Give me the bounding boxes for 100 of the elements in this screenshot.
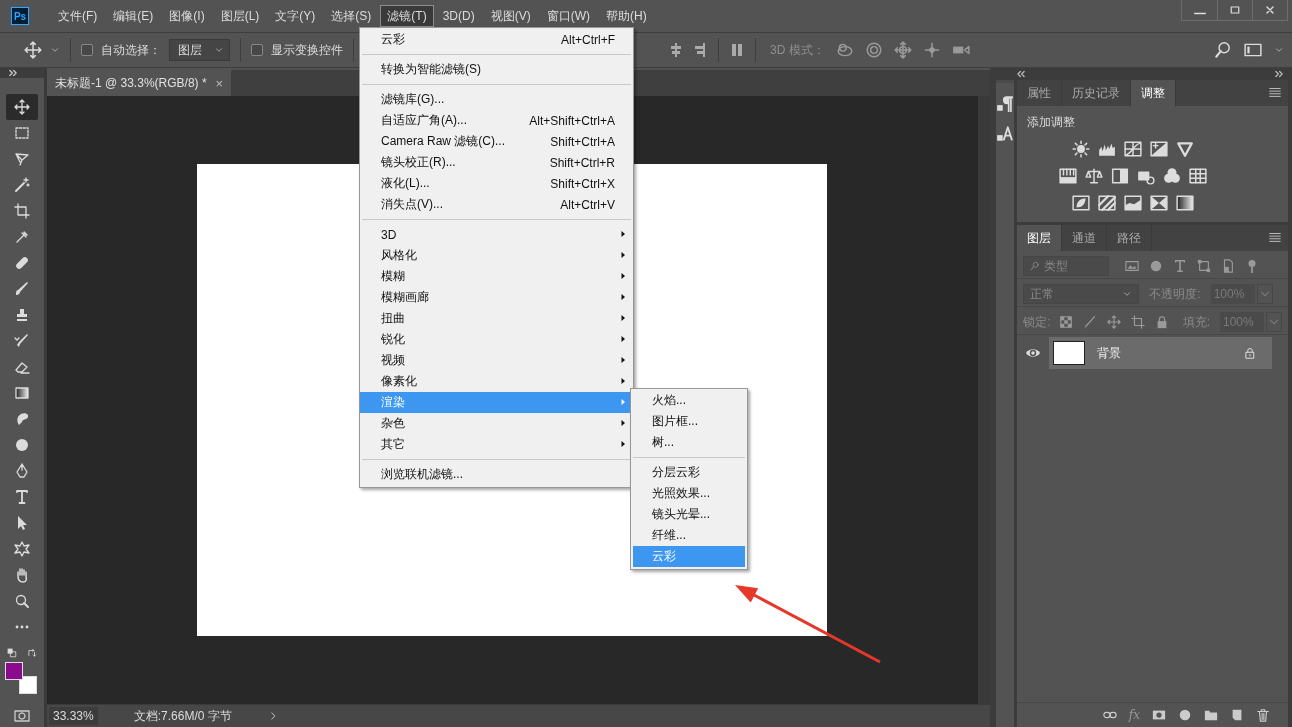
grid-icon[interactable] [1188, 167, 1207, 185]
menu-item[interactable]: 转换为智能滤镜(S) [360, 59, 633, 80]
curves-icon[interactable] [1123, 140, 1142, 158]
menu-item[interactable]: 选择(S) [324, 5, 379, 27]
triangle-icon[interactable] [1175, 140, 1194, 158]
checkbox-label[interactable]: 自动选择： [101, 41, 161, 59]
menu-item[interactable]: 视图(V) [483, 5, 538, 27]
menu-item[interactable]: 图层(L) [213, 5, 267, 27]
wave-square-icon[interactable] [1123, 194, 1142, 212]
menu-item[interactable]: 树... [633, 432, 745, 453]
checkbox[interactable] [251, 44, 263, 56]
paragraph-icon[interactable] [996, 95, 1015, 113]
half-square-icon[interactable] [1110, 167, 1129, 185]
swap-icon[interactable] [27, 648, 37, 658]
menu-item[interactable]: 编辑(E) [106, 5, 161, 27]
default-colors-icon[interactable] [7, 648, 17, 658]
menu-item[interactable]: 镜头校正(R)... Shift+Ctrl+R [360, 152, 633, 173]
menu-item[interactable]: 扭曲 [360, 308, 633, 329]
menu-item[interactable]: 云彩 Alt+Ctrl+F [360, 29, 633, 50]
panel-tab[interactable]: 通道 [1062, 225, 1108, 251]
menu-item[interactable]: Camera Raw 滤镜(C)... Shift+Ctrl+A [360, 131, 633, 152]
checkbox-label[interactable]: 显示变换控件 [271, 41, 343, 59]
menu-item[interactable]: 光照效果... [633, 483, 745, 504]
expand-icon[interactable] [8, 68, 18, 78]
menu-item[interactable]: 锐化 [360, 329, 633, 350]
background-color-swatch[interactable] [19, 676, 37, 694]
menu-item[interactable]: 纤维... [633, 525, 745, 546]
checkbox[interactable] [81, 44, 93, 56]
align-icon[interactable] [668, 42, 684, 58]
menu-item[interactable]: 帮助(H) [599, 5, 654, 27]
menu-item[interactable]: 窗口(W) [539, 5, 597, 27]
menu-item[interactable]: 液化(L)... Shift+Ctrl+X [360, 173, 633, 194]
character-icon[interactable] [996, 125, 1015, 143]
panel-tab[interactable]: 调整 [1131, 80, 1177, 106]
menu-item[interactable]: 浏览联机滤镜... [360, 464, 633, 485]
exposure-icon[interactable] [1149, 140, 1168, 158]
menu-icon[interactable] [1268, 230, 1282, 244]
new-layer-icon[interactable] [1230, 708, 1244, 722]
checker-icon[interactable] [1058, 315, 1073, 329]
menu-item[interactable]: 消失点(V)... Alt+Ctrl+V [360, 194, 633, 215]
leaf-square-icon[interactable] [1071, 194, 1090, 212]
smart-object-filter-icon[interactable] [1221, 259, 1236, 273]
folder-icon[interactable] [1204, 708, 1218, 722]
orbit-icon[interactable] [835, 41, 854, 59]
mask-icon[interactable] [1152, 708, 1166, 722]
menu-item[interactable]: 图片框... [633, 411, 745, 432]
close-tab-button[interactable]: × [215, 75, 223, 91]
panel-tab[interactable]: 路径 [1107, 225, 1153, 251]
brightness-icon[interactable] [1071, 140, 1090, 158]
pan-icon[interactable] [893, 41, 912, 59]
menu-item[interactable]: 分层云彩 [633, 462, 745, 483]
menu-item[interactable]: 像素化 [360, 371, 633, 392]
menu-item[interactable]: 自适应广角(A)... Alt+Shift+Ctrl+A [360, 110, 633, 131]
caret-icon[interactable] [1274, 45, 1284, 55]
move-icon[interactable] [1106, 315, 1121, 329]
color-bars-icon[interactable] [1058, 167, 1077, 185]
trash-icon[interactable] [1256, 708, 1270, 722]
quick-mask-icon[interactable] [14, 708, 30, 724]
menu-item[interactable]: 3D(D) [435, 5, 482, 27]
menu-item[interactable]: 视频 [360, 350, 633, 371]
circles-icon[interactable] [1162, 167, 1181, 185]
artboard-icon[interactable] [1130, 315, 1145, 329]
gradient-icon[interactable] [1175, 194, 1194, 212]
menu-item[interactable]: 3D [360, 224, 633, 245]
layer-dropdown[interactable]: 图层 [169, 39, 230, 61]
distribute-icon[interactable] [729, 42, 745, 58]
menu-item[interactable]: 图像(I) [162, 5, 212, 27]
shape-filter-icon[interactable] [1197, 259, 1212, 273]
layer-row[interactable]: 背景 [1049, 337, 1272, 369]
menu-item[interactable]: 风格化 [360, 245, 633, 266]
menu-item[interactable]: 镜头光晕... [633, 504, 745, 525]
foreground-color-swatch[interactable] [5, 662, 23, 680]
panel-tab[interactable]: 图层 [1017, 225, 1063, 251]
workspace-icon[interactable] [1244, 41, 1262, 59]
menu-icon[interactable] [1268, 85, 1282, 99]
document-tab[interactable]: 未标题-1 @ 33.3%(RGB/8) * × [47, 70, 231, 96]
menu-item[interactable]: 模糊画廊 [360, 287, 633, 308]
histogram-icon[interactable] [1097, 140, 1116, 158]
menu-item[interactable]: 滤镜(T) [380, 5, 434, 27]
rotate-icon[interactable] [864, 41, 883, 59]
image-filter-icon[interactable] [1125, 259, 1140, 273]
search-icon[interactable] [1214, 41, 1232, 59]
slide-icon[interactable] [922, 41, 941, 59]
lock-icon[interactable] [1244, 347, 1256, 359]
expand-icon[interactable] [1274, 69, 1284, 79]
type-filter-icon[interactable] [1173, 259, 1188, 273]
menu-item[interactable]: 杂色 [360, 413, 633, 434]
menu-item[interactable]: 文件(F) [51, 5, 105, 27]
collapse-icon[interactable] [1016, 69, 1026, 79]
menu-item[interactable]: 滤镜库(G)... [360, 89, 633, 110]
stripes-icon[interactable] [1097, 194, 1116, 212]
align-icon[interactable] [692, 42, 708, 58]
menu-item[interactable]: 文字(Y) [268, 5, 323, 27]
scale-icon[interactable] [1084, 167, 1103, 185]
caret-icon[interactable] [50, 45, 60, 55]
move-tool[interactable] [6, 94, 38, 120]
panel-tab[interactable]: 属性 [1017, 80, 1063, 106]
zoom-field[interactable]: 33.33% [49, 707, 98, 725]
menu-item[interactable]: 其它 [360, 434, 633, 455]
menu-item[interactable]: 火焰... [633, 390, 745, 411]
